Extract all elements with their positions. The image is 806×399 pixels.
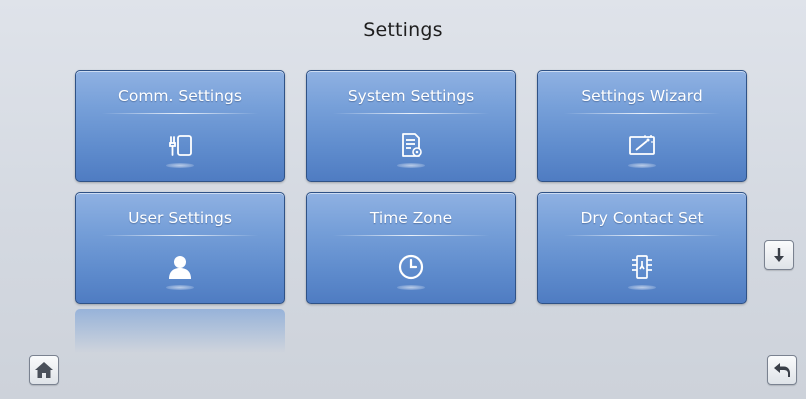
dry-contact-icon <box>632 255 652 279</box>
tile-comm-settings[interactable]: Comm. Settings <box>75 70 285 182</box>
tile-settings-wizard[interactable]: Settings Wizard <box>537 70 747 182</box>
icon-glow <box>628 285 656 290</box>
tile-label: Dry Contact Set <box>580 209 704 227</box>
tile-label: Time Zone <box>369 209 453 227</box>
divider <box>102 235 258 236</box>
tile-label: Comm. Settings <box>118 87 242 105</box>
system-settings-icon <box>402 133 422 157</box>
divider <box>564 113 720 114</box>
settings-wizard-icon <box>629 135 655 155</box>
page-title: Settings <box>363 19 443 41</box>
icon-glow <box>628 163 656 168</box>
tile-label: System Settings <box>347 87 475 105</box>
user-icon <box>169 256 191 279</box>
icon-glow <box>397 285 425 290</box>
comm-settings-icon <box>169 135 192 156</box>
tile-system-settings[interactable]: System Settings <box>306 70 516 182</box>
next-row-tile-preview <box>75 309 285 353</box>
divider <box>102 113 258 114</box>
back-icon <box>774 363 790 377</box>
icon-glow <box>166 285 194 290</box>
tile-user-settings[interactable]: User Settings <box>75 192 285 304</box>
icon-glow <box>397 163 425 168</box>
icon-glow <box>166 163 194 168</box>
tile-label: User Settings <box>128 209 232 227</box>
divider <box>333 235 489 236</box>
home-icon <box>35 362 53 378</box>
back-button[interactable] <box>767 355 797 385</box>
clock-icon <box>398 254 424 280</box>
tile-label: Settings Wizard <box>581 87 703 105</box>
divider <box>564 235 720 236</box>
arrow-down-icon <box>774 248 784 262</box>
tile-time-zone[interactable]: Time Zone <box>306 192 516 304</box>
divider <box>333 113 489 114</box>
scroll-down-button[interactable] <box>764 240 794 270</box>
home-button[interactable] <box>29 355 59 385</box>
tile-dry-contact-set[interactable]: Dry Contact Set <box>537 192 747 304</box>
